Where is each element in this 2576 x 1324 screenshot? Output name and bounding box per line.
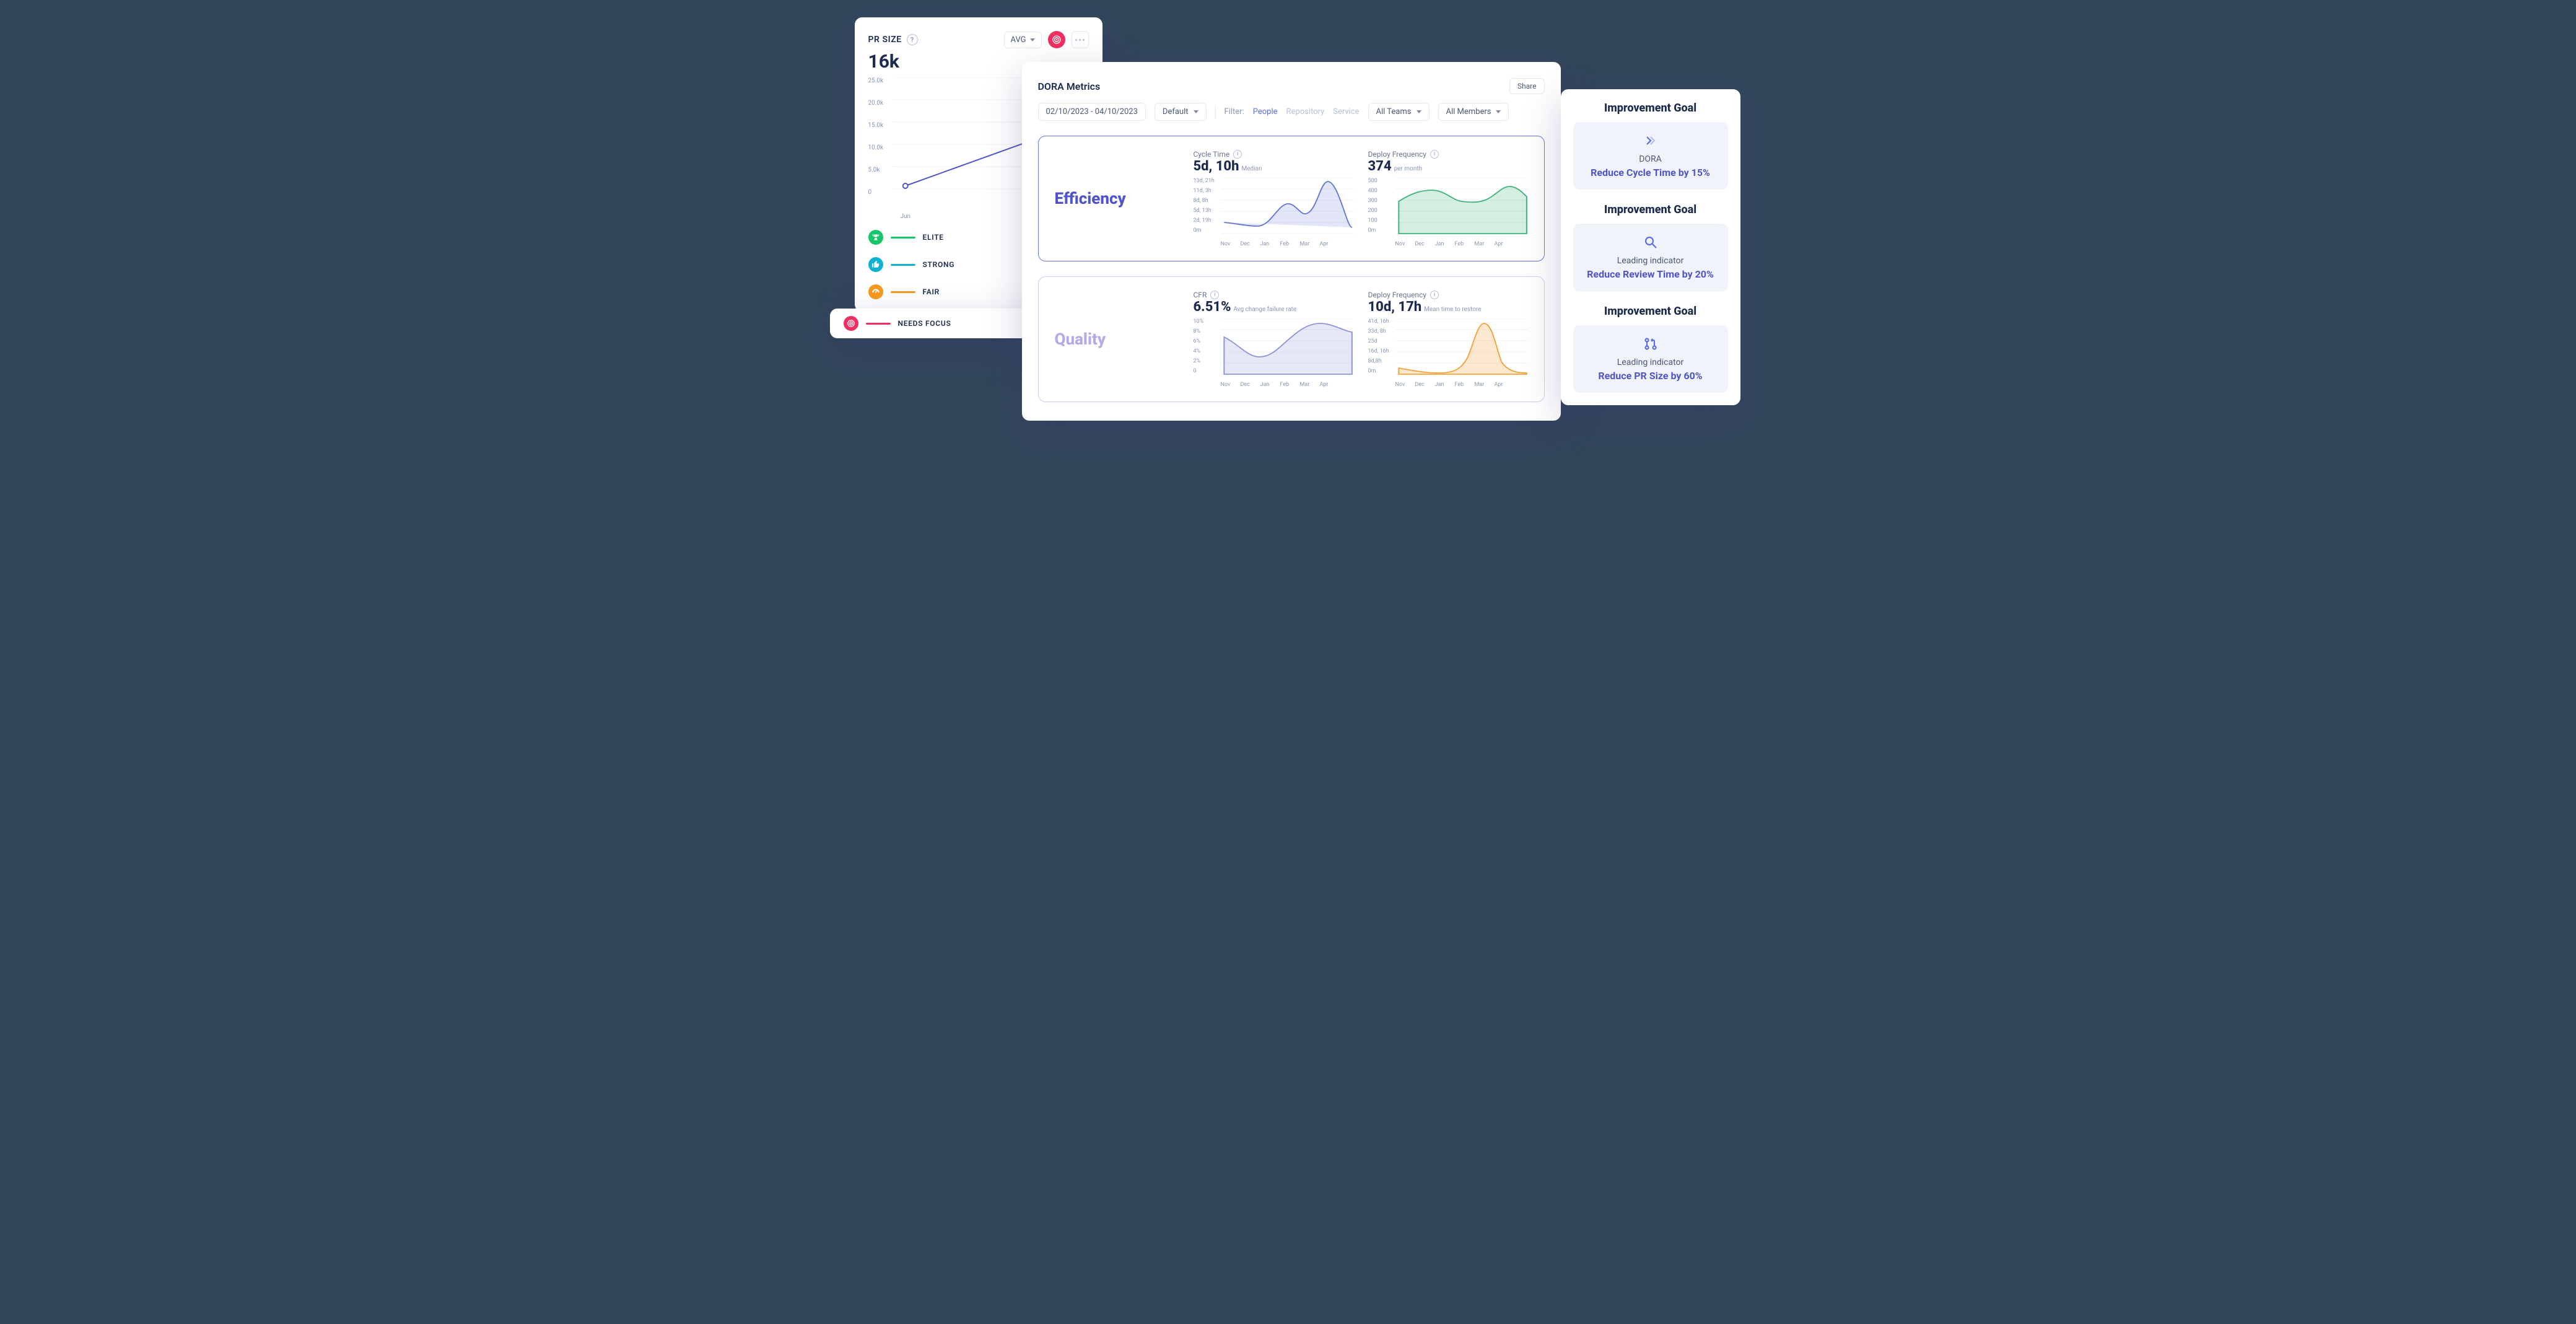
efficiency-block: Efficiency Cycle Timei 5d, 10hMedian 13d… (1038, 136, 1545, 261)
chevron-down-icon (1417, 110, 1421, 113)
goal-heading: Improvement Goal (1573, 102, 1728, 115)
help-icon[interactable]: ? (907, 34, 918, 45)
cycle-time-chart: 13d, 21h 11d, 3h 8d, 8h 5d, 13h 2d, 19h … (1194, 178, 1353, 247)
more-button[interactable] (1072, 31, 1089, 48)
gauge-icon (868, 284, 883, 299)
goals-panel: Improvement Goal DORA Reduce Cycle Time … (1561, 89, 1740, 405)
chevron-down-icon (1030, 38, 1035, 42)
filter-service[interactable]: Service (1333, 107, 1359, 116)
trophy-icon (868, 230, 883, 245)
mttr-chart: 41d, 16h 33d, 8h 25d 16d, 16h 8d,8h 0m N… (1368, 318, 1528, 388)
info-icon[interactable]: i (1233, 150, 1242, 159)
dora-panel: DORA Metrics Share 02/10/2023 - 04/10/20… (1022, 62, 1561, 421)
quality-block: Quality CFRi 6.51%Avg change failure rat… (1038, 276, 1545, 402)
goal-card-prsize[interactable]: Leading indicator Reduce PR Size by 60% (1573, 325, 1728, 393)
forward-icon (1582, 133, 1719, 148)
deploy-frequency-metric: Deploy Frequencyi 374per month 500 400 3… (1368, 150, 1528, 247)
chevron-down-icon (1496, 110, 1501, 113)
filter-repository[interactable]: Repository (1286, 107, 1325, 116)
avg-dropdown[interactable]: AVG (1004, 32, 1042, 48)
target-icon (844, 316, 858, 331)
goal-heading: Improvement Goal (1573, 305, 1728, 318)
dora-title: DORA Metrics (1038, 81, 1101, 92)
cfr-chart: 10% 8% 6% 4% 2% 0 Nov Dec Jan Feb Mar Ap… (1194, 318, 1353, 388)
cfr-metric: CFRi 6.51%Avg change failure rate 10% 8%… (1194, 291, 1353, 388)
info-icon[interactable]: i (1430, 150, 1439, 159)
default-dropdown[interactable]: Default (1155, 103, 1207, 121)
date-range-picker[interactable]: 02/10/2023 - 04/10/2023 (1038, 103, 1146, 121)
cycle-time-metric: Cycle Timei 5d, 10hMedian 13d, 21h 11d, … (1194, 150, 1353, 247)
info-icon[interactable]: i (1210, 291, 1219, 299)
target-button[interactable] (1048, 31, 1065, 48)
search-icon (1582, 235, 1719, 250)
info-icon[interactable]: i (1430, 291, 1439, 299)
target-icon (1052, 35, 1062, 45)
teams-dropdown[interactable]: All Teams (1368, 103, 1430, 121)
pr-size-title: PR SIZE ? (868, 34, 918, 45)
goal-card-dora[interactable]: DORA Reduce Cycle Time by 15% (1573, 122, 1728, 190)
chevron-down-icon (1194, 110, 1198, 113)
thumbs-up-icon (868, 257, 883, 272)
pull-request-icon (1582, 336, 1719, 351)
deploy-frequency-chart: 500 400 300 200 100 0m Nov Dec Jan Feb M… (1368, 178, 1528, 247)
mttr-metric: Deploy Frequencyi 10d, 17hMean time to r… (1368, 291, 1528, 388)
goal-card-review[interactable]: Leading indicator Reduce Review Time by … (1573, 224, 1728, 291)
members-dropdown[interactable]: All Members (1438, 103, 1509, 121)
goal-heading: Improvement Goal (1573, 203, 1728, 216)
share-button[interactable]: Share (1509, 78, 1545, 94)
filter-people[interactable]: People (1253, 107, 1278, 116)
